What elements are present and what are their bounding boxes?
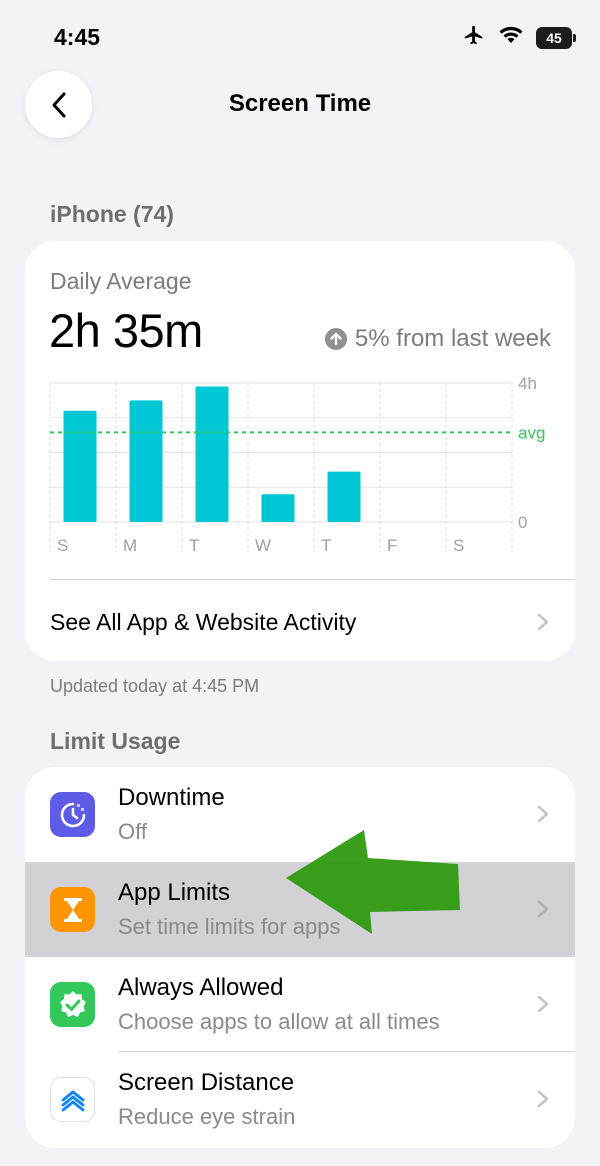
chart-bar: [261, 494, 295, 522]
screen-distance-icon: [50, 1077, 95, 1122]
checkmark-badge-icon: [50, 982, 95, 1027]
device-section-header: iPhone (74): [50, 201, 174, 227]
row-title: Downtime: [118, 784, 225, 811]
chevron-right-icon: [537, 1090, 549, 1108]
row-subtitle: Reduce eye strain: [118, 1104, 296, 1129]
battery-icon: 45: [536, 26, 576, 49]
x-tick-label: W: [255, 536, 271, 555]
row-title: App Limits: [118, 879, 231, 906]
chart-bar: [195, 386, 229, 522]
updated-timestamp: Updated today at 4:45 PM: [50, 676, 260, 696]
chart-bar: [129, 400, 163, 522]
see-all-activity-label: See All App & Website Activity: [50, 608, 357, 635]
weekly-delta-text: 5% from last week: [354, 325, 551, 352]
green-arrow-annotation: [286, 830, 460, 934]
status-time: 4:45: [54, 24, 101, 50]
summary-card: Daily Average 2h 35m 5% from last week S…: [25, 241, 575, 661]
screen-distance-row[interactable]: Screen Distance Reduce eye strain: [25, 1052, 575, 1147]
limit-usage-card: Downtime Off App Limits Set time limits …: [25, 767, 575, 1148]
arrow-up-circle-icon: [324, 328, 347, 350]
always-allowed-row[interactable]: Always Allowed Choose apps to allow at a…: [25, 957, 575, 1052]
row-title: Always Allowed: [118, 974, 284, 1001]
x-tick-label: S: [453, 536, 464, 555]
limit-usage-header: Limit Usage: [50, 728, 181, 754]
chevron-right-icon: [537, 900, 549, 918]
x-tick-label: T: [189, 536, 199, 555]
weekly-delta: 5% from last week: [324, 325, 551, 353]
status-icons: 45: [462, 24, 576, 51]
chevron-right-icon: [537, 995, 549, 1013]
hourglass-icon: [50, 887, 95, 932]
x-tick-label: T: [321, 536, 331, 555]
chart-bar: [63, 410, 97, 522]
x-tick-label: F: [387, 536, 397, 555]
usage-chart[interactable]: S M T W T F S 4h avg 0: [25, 371, 575, 561]
downtime-icon: [50, 792, 95, 837]
chevron-right-icon: [537, 805, 549, 823]
airplane-icon: [462, 24, 486, 51]
chart-bar: [327, 471, 361, 522]
x-tick-label: S: [57, 536, 68, 555]
see-all-activity-row[interactable]: See All App & Website Activity: [25, 580, 575, 661]
avg-label: avg: [518, 423, 545, 442]
row-subtitle: Choose apps to allow at all times: [118, 1009, 440, 1034]
daily-average-value: 2h 35m: [49, 304, 203, 357]
row-subtitle: Off: [118, 819, 147, 844]
x-tick-label: M: [123, 536, 137, 555]
chevron-right-icon: [537, 613, 549, 631]
y-tick-label: 4h: [518, 374, 537, 393]
page-title: Screen Time: [228, 90, 372, 117]
wifi-icon: [498, 25, 524, 50]
y-tick-label: 0: [518, 513, 527, 532]
row-title: Screen Distance: [118, 1069, 295, 1096]
daily-average-label: Daily Average: [50, 268, 192, 294]
